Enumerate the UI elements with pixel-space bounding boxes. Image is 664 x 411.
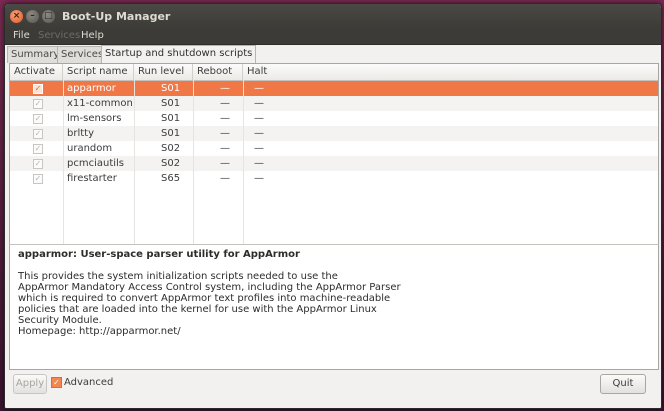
table-row[interactable]: ✓ apparmor S01 — — (10, 81, 658, 96)
column-header-activate[interactable]: Activate (10, 64, 63, 80)
table-row[interactable]: ✓ urandom S02 — — (10, 141, 658, 156)
maximize-icon[interactable]: □ (42, 10, 55, 23)
halt-cell: — (254, 98, 264, 109)
run-level-cell: S01 (161, 98, 181, 109)
script-name-cell: x11-common (67, 98, 133, 109)
apply-button[interactable]: Apply (13, 374, 47, 394)
reboot-cell: — (220, 173, 230, 184)
tab-summary[interactable]: Summary (7, 46, 64, 63)
boot-up-manager-window: × – □ Boot-Up Manager File Services Help… (4, 3, 662, 409)
run-level-cell: S65 (161, 173, 181, 184)
script-name-cell: pcmciautils (67, 158, 125, 169)
description-line: AppArmor Mandatory Access Control system… (18, 282, 401, 293)
halt-cell: — (254, 143, 264, 154)
menu-file[interactable]: File (13, 30, 30, 41)
title-bar: × – □ Boot-Up Manager (5, 4, 661, 29)
reboot-cell: — (220, 128, 230, 139)
script-name-cell: apparmor (67, 83, 116, 94)
menu-bar: File Services Help (5, 29, 661, 45)
table-row[interactable]: ✓ x11-common S01 — — (10, 96, 658, 111)
halt-cell: — (254, 83, 264, 94)
activate-checkbox[interactable]: ✓ (33, 174, 43, 184)
table-row[interactable]: ✓ pcmciautils S02 — — (10, 156, 658, 171)
activate-checkbox[interactable]: ✓ (33, 144, 43, 154)
tab-bar: Summary Services Startup and shutdown sc… (5, 45, 661, 63)
table-row[interactable]: ✓ brltty S01 — — (10, 126, 658, 141)
window-title: Boot-Up Manager (62, 10, 171, 23)
close-icon[interactable]: × (10, 10, 23, 23)
reboot-cell: — (220, 113, 230, 124)
table-row[interactable]: ✓ firestarter S65 — — (10, 171, 658, 186)
reboot-cell: — (220, 143, 230, 154)
column-divider (134, 80, 135, 245)
script-name-cell: brltty (67, 128, 94, 139)
advanced-label[interactable]: Advanced (64, 377, 113, 388)
script-name-cell: urandom (67, 143, 113, 154)
table-row[interactable]: ✓ lm-sensors S01 — — (10, 111, 658, 126)
reboot-cell: — (220, 83, 230, 94)
description-line: Security Module. (18, 315, 102, 326)
column-header-halt[interactable]: Halt (243, 64, 657, 80)
halt-cell: — (254, 158, 264, 169)
description-line: This provides the system initialization … (18, 271, 338, 282)
scripts-table: Activate Script name Run level S Reboot … (9, 63, 659, 246)
script-name-cell: lm-sensors (67, 113, 122, 124)
menu-services[interactable]: Services (38, 30, 80, 41)
halt-cell: — (254, 113, 264, 124)
run-level-cell: S01 (161, 83, 181, 94)
description-line: which is required to convert AppArmor te… (18, 293, 391, 304)
script-name-cell: firestarter (67, 173, 117, 184)
column-header-script-name[interactable]: Script name (63, 64, 134, 80)
activate-checkbox[interactable]: ✓ (33, 99, 43, 109)
activate-checkbox[interactable]: ✓ (33, 114, 43, 124)
activate-checkbox[interactable]: ✓ (33, 84, 43, 94)
column-divider (63, 80, 64, 245)
run-level-cell: S01 (161, 113, 181, 124)
reboot-cell: — (220, 98, 230, 109)
halt-cell: — (254, 128, 264, 139)
description-homepage: Homepage: http://apparmor.net/ (18, 326, 181, 337)
tab-services[interactable]: Services (57, 46, 108, 63)
run-level-cell: S02 (161, 143, 181, 154)
footer-bar: Apply ✓ Advanced Quit (5, 368, 661, 408)
script-description-panel: apparmor: User-space parser utility for … (9, 244, 659, 370)
run-level-cell: S01 (161, 128, 181, 139)
minimize-icon[interactable]: – (26, 10, 39, 23)
activate-checkbox[interactable]: ✓ (33, 159, 43, 169)
menu-help[interactable]: Help (81, 30, 104, 41)
activate-checkbox[interactable]: ✓ (33, 129, 43, 139)
advanced-checkbox[interactable]: ✓ (51, 377, 62, 388)
reboot-cell: — (220, 158, 230, 169)
column-divider (243, 80, 244, 245)
description-body: This provides the system initialization … (18, 271, 618, 337)
column-divider (193, 80, 194, 245)
table-header: Activate Script name Run level S Reboot … (10, 64, 658, 93)
column-header-run-level[interactable]: Run level S (134, 64, 193, 93)
description-heading: apparmor: User-space parser utility for … (18, 249, 300, 260)
tab-startup-shutdown-scripts[interactable]: Startup and shutdown scripts (101, 45, 257, 63)
description-line: policies that are loaded into the kernel… (18, 304, 377, 315)
halt-cell: — (254, 173, 264, 184)
quit-button[interactable]: Quit (600, 374, 646, 394)
run-level-cell: S02 (161, 158, 181, 169)
column-header-reboot[interactable]: Reboot (193, 64, 243, 80)
